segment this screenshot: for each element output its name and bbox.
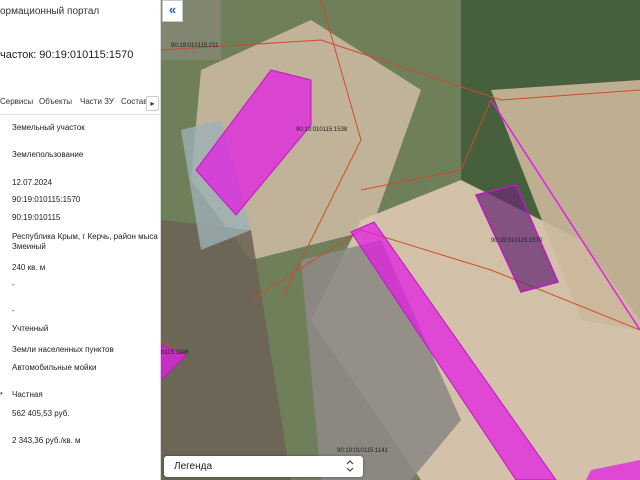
tab-parcel-parts[interactable]: Части ЗУ <box>80 97 114 106</box>
info-subtype: Землепользование <box>12 150 84 159</box>
tab-bar: Сервисы Объекты Части ЗУ Состав ▸ <box>0 92 160 115</box>
info-dash-2: - <box>12 306 15 315</box>
info-panel: ормационный портал часток: 90:19:010115:… <box>0 0 161 480</box>
info-type: Земельный участок <box>12 123 85 132</box>
info-quarter: 90:19:010115 <box>12 213 61 222</box>
map-canvas[interactable]: 90:19:010115:211 90:19:010115:1538 90:19… <box>161 0 640 480</box>
legend-dropdown[interactable]: Легенда <box>164 456 363 477</box>
info-use: Автомобильные мойки <box>12 363 97 372</box>
map-view[interactable]: 90:19:010115:211 90:19:010115:1538 90:19… <box>161 0 640 480</box>
tab-objects[interactable]: Объекты <box>39 97 72 106</box>
info-status: Учтенный <box>12 324 49 333</box>
legend-label: Легенда <box>174 461 213 472</box>
parcel-title: часток: 90:19:010115:1570 <box>0 49 134 61</box>
info-cad-number: 90:19:010115:1570 <box>12 195 81 204</box>
info-cadastral-value: 562 405,53 руб. <box>12 409 70 418</box>
info-category: Земли населенных пунктов <box>12 345 114 354</box>
info-unit-value: 2 343,36 руб./кв. м <box>12 436 81 445</box>
info-address: Республика Крым, г Керчь, район мыса Зме… <box>12 232 158 251</box>
info-ownership: Частная <box>12 390 43 399</box>
parcel-label-211: 90:19:010115:211 <box>171 43 219 49</box>
parcel-label-1570: 90:19:010115:1570 <box>491 238 543 244</box>
info-dash-1: - <box>12 280 15 289</box>
collapse-panel-icon[interactable]: « <box>162 0 183 22</box>
tabs-scroll-right-button[interactable]: ▸ <box>146 96 159 111</box>
portal-title: ормационный портал <box>0 6 100 17</box>
tab-composition[interactable]: Состав <box>121 97 148 106</box>
info-date: 12.07.2024 <box>12 178 53 187</box>
tab-services[interactable]: Сервисы <box>0 97 33 106</box>
parcel-label-1146: 0115:1146 <box>161 350 189 356</box>
parcel-label-1141: 90:19:010115:1141 <box>337 448 388 454</box>
info-area: 240 кв. м <box>12 263 46 272</box>
parcel-label-1538: 90:19:010115:1538 <box>296 127 348 133</box>
chevron-updown-icon <box>346 459 354 476</box>
bullet-marker: • <box>0 389 3 398</box>
